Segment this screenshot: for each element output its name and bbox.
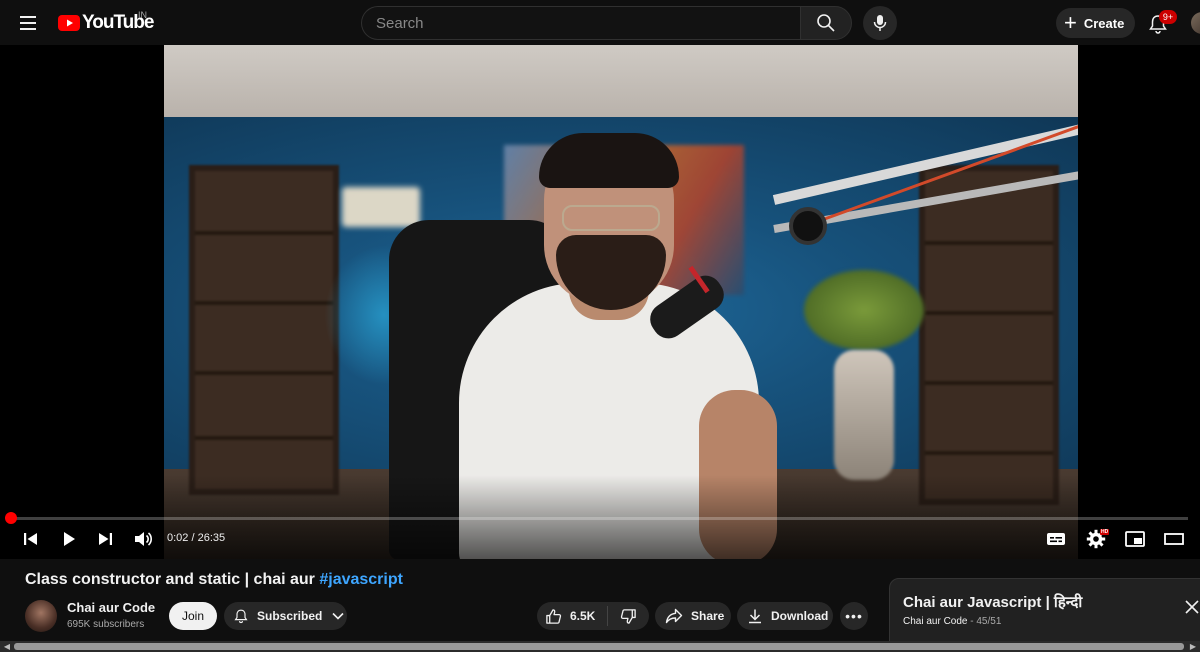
share-label: Share: [691, 609, 725, 623]
account-avatar[interactable]: [1191, 12, 1200, 34]
bookshelf-left: [189, 165, 339, 495]
menu-icon[interactable]: [17, 11, 41, 35]
playlist-meta: Chai aur Code - 45/51: [903, 616, 1001, 627]
plus-icon: +: [1064, 10, 1077, 35]
youtube-play-logo-icon: [58, 15, 80, 31]
create-label: Create: [1083, 15, 1125, 31]
join-button[interactable]: Join: [169, 602, 217, 630]
next-button[interactable]: [93, 527, 117, 551]
bell-icon: [234, 609, 248, 624]
miniplayer-button[interactable]: [1123, 527, 1147, 551]
subscribed-label: Subscribed: [257, 609, 323, 623]
skip-previous-icon: [24, 533, 37, 545]
video-title: Class constructor and static | chai aur …: [25, 571, 403, 589]
like-dislike-group: 6.5K: [537, 602, 649, 630]
voice-search-button[interactable]: [863, 6, 897, 40]
download-icon: [749, 609, 761, 624]
download-button[interactable]: Download: [737, 602, 833, 630]
playlist-panel[interactable]: Chai aur Javascript | हिन्दी Chai aur Co…: [889, 578, 1200, 644]
miniplayer-icon: [1125, 531, 1145, 547]
captions-icon: [1047, 533, 1065, 545]
download-label: Download: [771, 609, 829, 623]
video-title-hashtag[interactable]: #javascript: [319, 571, 403, 588]
share-icon: [665, 608, 683, 624]
scroll-right-arrow-icon[interactable]: ▶: [1188, 642, 1198, 651]
theater-mode-icon: [1164, 533, 1184, 545]
previous-button[interactable]: [19, 527, 43, 551]
progress-bar[interactable]: [12, 517, 1188, 520]
hd-badge: HD: [1100, 529, 1110, 535]
horizontal-scrollbar[interactable]: ◀ ▶: [0, 641, 1200, 652]
time-display: 0:02 / 26:35: [167, 532, 226, 544]
create-button[interactable]: + Create: [1056, 8, 1135, 38]
subscribed-button[interactable]: Subscribed: [224, 602, 347, 630]
video-player[interactable]: 0:02 / 26:35 HD: [0, 45, 1200, 559]
plant: [804, 270, 924, 350]
search-input[interactable]: [361, 6, 800, 40]
search-bar: [361, 6, 852, 40]
notification-badge: 9+: [1159, 10, 1177, 24]
skip-next-icon: [99, 533, 112, 545]
volume-button[interactable]: [132, 527, 156, 551]
plant-pot: [834, 350, 894, 480]
video-title-text: Class constructor and static | chai aur: [25, 571, 320, 588]
floor-lamp: [342, 187, 420, 227]
play-icon: [64, 532, 75, 546]
channel-name[interactable]: Chai aur Code: [67, 600, 155, 615]
microphone-icon: [873, 15, 887, 31]
volume-icon: [135, 532, 153, 546]
like-button[interactable]: 6.5K: [537, 606, 608, 626]
search-icon: [817, 14, 835, 32]
thumbs-up-icon: [546, 608, 562, 624]
thumbs-down-icon: [620, 608, 636, 624]
playlist-title[interactable]: Chai aur Javascript | हिन्दी: [903, 592, 1082, 612]
dislike-button[interactable]: [608, 608, 649, 625]
bookshelf-right: [919, 165, 1059, 505]
scrollbar-thumb[interactable]: [14, 643, 1184, 650]
more-actions-button[interactable]: •••: [840, 602, 868, 630]
theater-mode-button[interactable]: [1162, 527, 1186, 551]
country-code: IN: [138, 10, 147, 20]
chevron-down-icon: [332, 612, 344, 620]
scrubber-handle[interactable]: [5, 512, 17, 524]
close-icon[interactable]: [1184, 599, 1200, 615]
playlist-position: 45/51: [976, 616, 1002, 627]
share-button[interactable]: Share: [655, 602, 731, 630]
person-hair: [539, 133, 679, 188]
subscriber-count: 695K subscribers: [67, 619, 145, 630]
like-count: 6.5K: [570, 609, 596, 623]
channel-avatar[interactable]: [25, 600, 57, 632]
scene-ceiling: [164, 45, 1078, 117]
search-button[interactable]: [800, 6, 852, 40]
more-horizontal-icon: •••: [845, 608, 863, 624]
subtitles-button[interactable]: [1044, 527, 1068, 551]
play-button[interactable]: [57, 527, 81, 551]
masthead: YouTube IN + Create 9+: [0, 0, 1200, 45]
mic-joint: [789, 207, 827, 245]
glasses: [562, 205, 660, 231]
playlist-owner[interactable]: Chai aur Code: [903, 616, 967, 627]
scroll-left-arrow-icon[interactable]: ◀: [2, 642, 12, 651]
